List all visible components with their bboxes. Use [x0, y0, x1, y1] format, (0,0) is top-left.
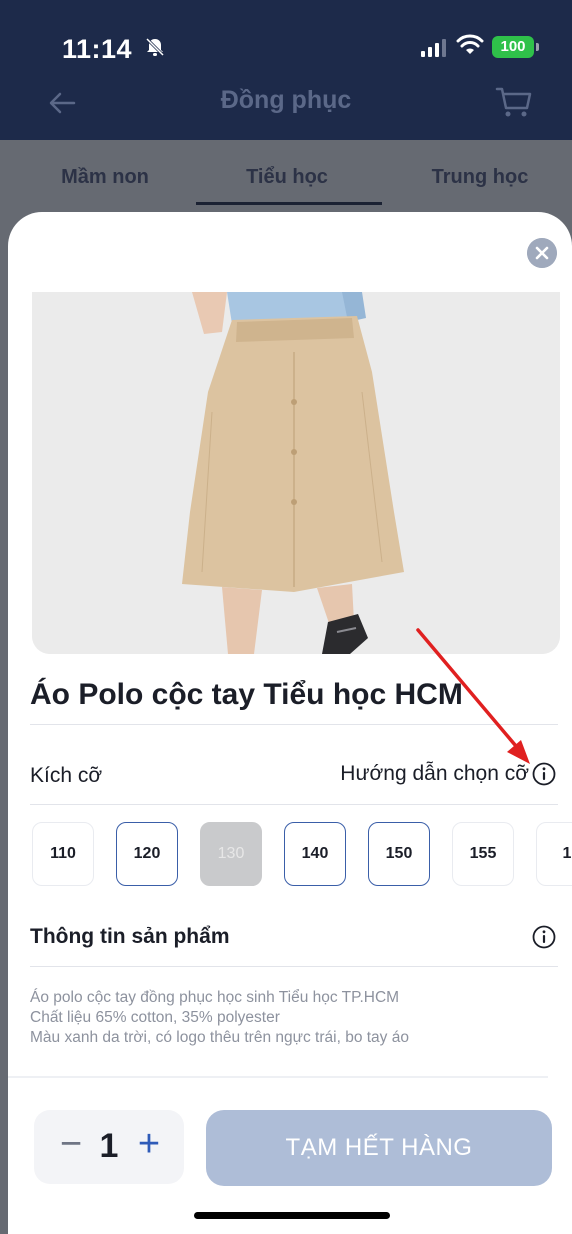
product-info-label: Thông tin sản phẩm — [30, 925, 230, 948]
product-title: Áo Polo cộc tay Tiểu học HCM — [30, 678, 463, 711]
size-option-130[interactable]: 130 — [200, 822, 262, 886]
tab-mam-non[interactable]: Mầm non — [50, 166, 160, 189]
battery-icon: 100 — [492, 36, 534, 58]
cart-icon[interactable] — [494, 84, 534, 120]
product-description: Áo polo cộc tay đồng phục học sinh Tiểu … — [30, 988, 550, 1048]
size-guide-link[interactable]: Hướng dẫn chọn cỡ — [313, 762, 529, 786]
screen: 11:14 100 Đồng phục Mầm non Tiểu học Tru… — [0, 0, 572, 1234]
battery-tip — [536, 43, 539, 51]
size-label: Kích cỡ — [30, 764, 103, 787]
app-header: 11:14 100 Đồng phục — [0, 0, 572, 140]
size-option-110[interactable]: 110 — [32, 822, 94, 886]
status-bar: 11:14 100 — [0, 0, 572, 80]
wifi-icon — [456, 34, 484, 54]
active-tab-indicator — [196, 202, 382, 205]
divider — [30, 966, 558, 967]
nav-bar: Đồng phục — [0, 80, 572, 140]
product-sheet: Áo Polo cộc tay Tiểu học HCM Kích cỡ Hướ… — [8, 212, 572, 1234]
divider — [30, 804, 558, 805]
tab-trung-hoc[interactable]: Trung học — [420, 166, 540, 189]
description-line: Chất liệu 65% cotton, 35% polyester — [30, 1009, 280, 1026]
divider — [8, 1076, 548, 1078]
info-icon[interactable] — [532, 762, 556, 786]
product-image — [32, 292, 560, 654]
out-of-stock-button[interactable]: TẠM HẾT HÀNG — [206, 1110, 552, 1186]
info-icon[interactable] — [532, 925, 556, 949]
category-tabs: Mầm non Tiểu học Trung học — [0, 140, 572, 216]
size-option-140[interactable]: 140 — [284, 822, 346, 886]
description-line: Áo polo cộc tay đồng phục học sinh Tiểu … — [30, 989, 400, 1006]
home-indicator — [194, 1212, 390, 1219]
decrease-quantity-button[interactable]: − — [56, 1124, 86, 1164]
bell-muted-icon — [145, 37, 165, 57]
close-icon[interactable] — [527, 238, 557, 268]
signal-icon — [421, 39, 446, 57]
page-title: Đồng phục — [220, 86, 352, 114]
quantity-stepper: − 1 + — [34, 1110, 184, 1184]
size-option-150[interactable]: 150 — [368, 822, 430, 886]
increase-quantity-button[interactable]: + — [134, 1124, 164, 1164]
tab-tieu-hoc[interactable]: Tiểu học — [232, 166, 342, 189]
size-options: 110 120 130 140 150 155 1 — [32, 822, 572, 892]
divider — [30, 724, 558, 725]
quantity-value: 1 — [99, 1127, 119, 1165]
size-option-partial[interactable]: 1 — [536, 822, 572, 886]
skirt-photo — [32, 292, 560, 654]
size-option-155[interactable]: 155 — [452, 822, 514, 886]
status-time: 11:14 — [62, 34, 133, 64]
size-option-120[interactable]: 120 — [116, 822, 178, 886]
description-line: Màu xanh da trời, có logo thêu trên ngực… — [30, 1029, 409, 1046]
